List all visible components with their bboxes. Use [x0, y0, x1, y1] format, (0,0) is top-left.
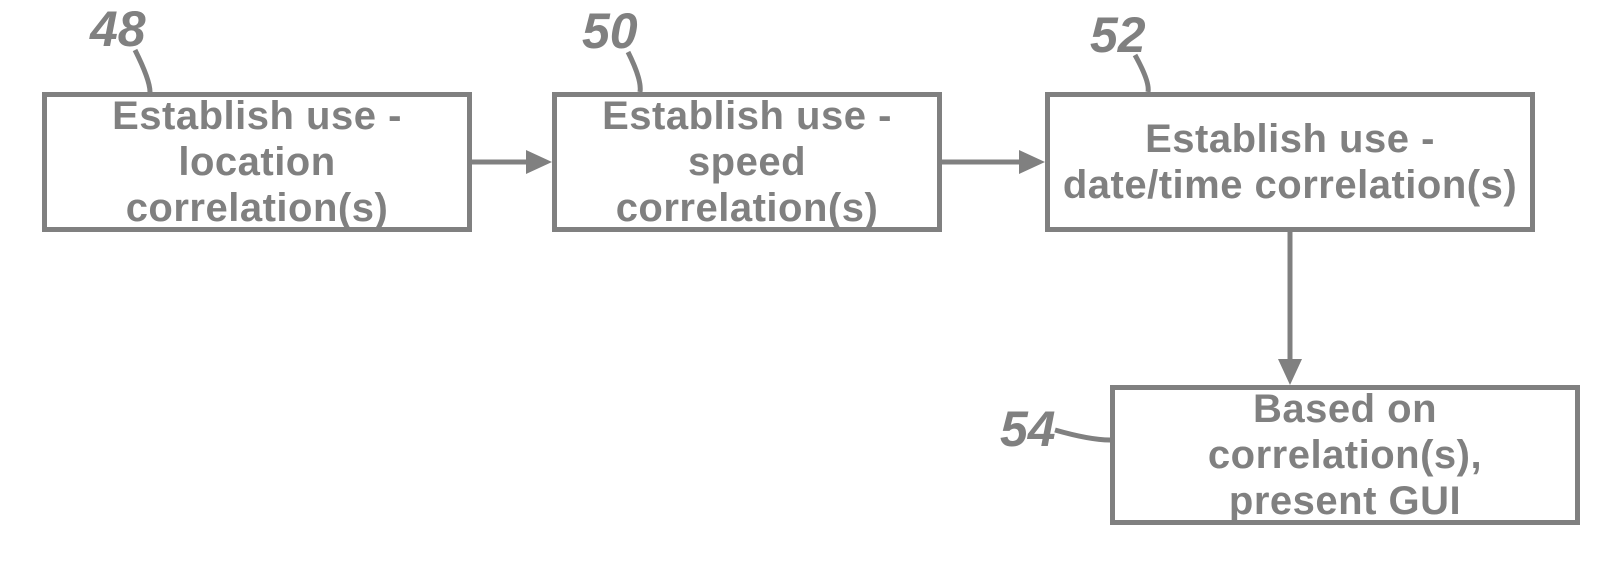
node-52-line1: Establish use -: [1145, 117, 1435, 161]
node-48-establish-location: Establish use - location correlation(s): [42, 92, 472, 232]
ref-54-label: 54: [1000, 400, 1056, 458]
arrow-50-52-head: [1019, 150, 1045, 174]
node-54-line2: present GUI: [1229, 479, 1461, 523]
node-54-present-gui: Based on correlation(s), present GUI: [1110, 385, 1580, 525]
arrow-52-54-head: [1278, 359, 1302, 385]
node-48-line1: Establish use -: [112, 94, 402, 138]
node-52-line2: date/time correlation(s): [1063, 163, 1517, 207]
node-54-line1: Based on correlation(s),: [1208, 387, 1482, 477]
arrow-48-50-head: [526, 150, 552, 174]
leader-54: [1055, 430, 1110, 440]
node-50-establish-speed: Establish use - speed correlation(s): [552, 92, 942, 232]
node-52-establish-datetime: Establish use - date/time correlation(s): [1045, 92, 1535, 232]
ref-52-label: 52: [1090, 6, 1146, 64]
flowchart: { "refs": { "r48": "48", "r50": "50", "r…: [0, 0, 1623, 579]
node-50-line2: speed correlation(s): [616, 140, 879, 230]
node-48-line2: location correlation(s): [126, 140, 389, 230]
ref-50-label: 50: [582, 2, 638, 60]
ref-48-label: 48: [90, 0, 146, 58]
node-50-line1: Establish use -: [602, 94, 892, 138]
